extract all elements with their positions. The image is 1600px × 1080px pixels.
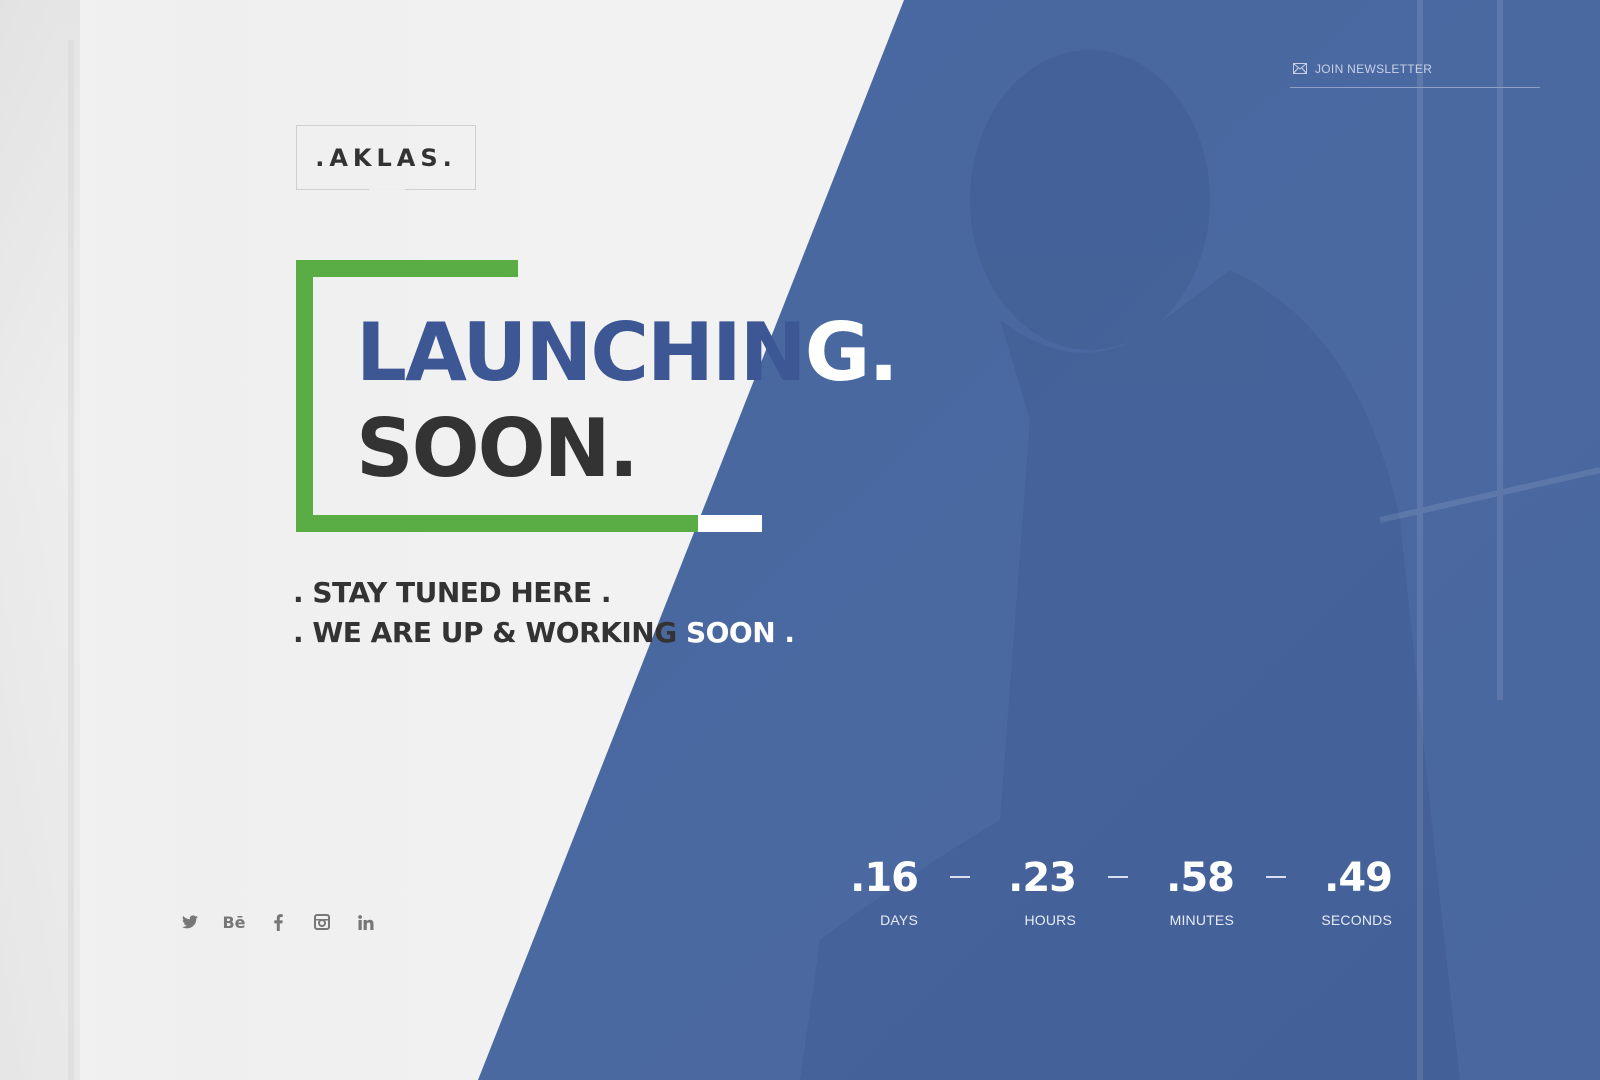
headline-frame-top bbox=[296, 260, 518, 277]
countdown-hours-value: .23 bbox=[1008, 855, 1077, 901]
countdown-days-label: DAYS bbox=[880, 912, 918, 928]
headline-frame-left bbox=[296, 260, 313, 532]
page-title: LAUNCHING. SOON. bbox=[356, 305, 899, 497]
countdown-minutes-label: MINUTES bbox=[1169, 912, 1234, 928]
tagline: . STAY TUNED HERE . . WE ARE UP & WORKIN… bbox=[293, 573, 795, 653]
headline-frame-bottom bbox=[296, 515, 698, 532]
tagline-line-1: . STAY TUNED HERE . bbox=[293, 576, 612, 609]
countdown-hours: .23 HOURS bbox=[1004, 852, 1077, 928]
linkedin-icon bbox=[358, 914, 374, 930]
countdown-seconds-label: SECONDS bbox=[1321, 912, 1392, 928]
logo-frame-gap bbox=[369, 188, 405, 191]
countdown-minutes: .58 MINUTES bbox=[1162, 852, 1235, 928]
headline-line-1: LAUNCHING. bbox=[356, 305, 899, 401]
logo-text: .AKLAS. bbox=[315, 143, 457, 172]
facebook-icon bbox=[273, 913, 283, 931]
countdown-seconds: .49 SECONDS bbox=[1320, 852, 1393, 928]
headline-line-1-blue: LAUNCHIN bbox=[356, 306, 807, 399]
countdown-days-value: .16 bbox=[850, 855, 919, 901]
twitter-link[interactable] bbox=[168, 910, 212, 934]
headline-frame-bottom-extension bbox=[698, 515, 762, 532]
behance-icon: Bē bbox=[222, 912, 246, 932]
twitter-icon bbox=[182, 915, 198, 929]
countdown-hours-label: HOURS bbox=[1024, 912, 1076, 928]
newsletter-label: JOIN NEWSLETTER bbox=[1315, 61, 1433, 76]
countdown-separator bbox=[1266, 876, 1286, 878]
facebook-link[interactable] bbox=[256, 910, 300, 934]
countdown-timer: .16 DAYS .23 HOURS .58 MINUTES .49 SECON… bbox=[846, 852, 1393, 942]
tagline-line-2: . WE ARE UP & WORKING SOON . bbox=[293, 613, 795, 653]
join-newsletter-link[interactable]: JOIN NEWSLETTER bbox=[1290, 56, 1540, 88]
countdown-separator bbox=[950, 876, 970, 878]
tagline-line-2-white: SOON . bbox=[685, 616, 795, 649]
countdown-separator bbox=[1108, 876, 1128, 878]
tagline-line-2-dark: . WE ARE UP & WORKING bbox=[293, 616, 686, 649]
behance-link[interactable]: Bē bbox=[212, 910, 256, 934]
countdown-days: .16 DAYS bbox=[846, 852, 919, 928]
countdown-seconds-value: .49 bbox=[1324, 855, 1393, 901]
social-links: Bē bbox=[168, 910, 388, 934]
countdown-minutes-value: .58 bbox=[1166, 855, 1235, 901]
envelope-icon bbox=[1293, 63, 1307, 74]
instagram-link[interactable] bbox=[300, 910, 344, 934]
headline-line-1-white: G. bbox=[804, 306, 899, 399]
instagram-icon bbox=[314, 914, 330, 930]
headline-line-2: SOON. bbox=[356, 402, 639, 495]
linkedin-link[interactable] bbox=[344, 910, 388, 934]
logo[interactable]: .AKLAS. bbox=[296, 125, 476, 191]
